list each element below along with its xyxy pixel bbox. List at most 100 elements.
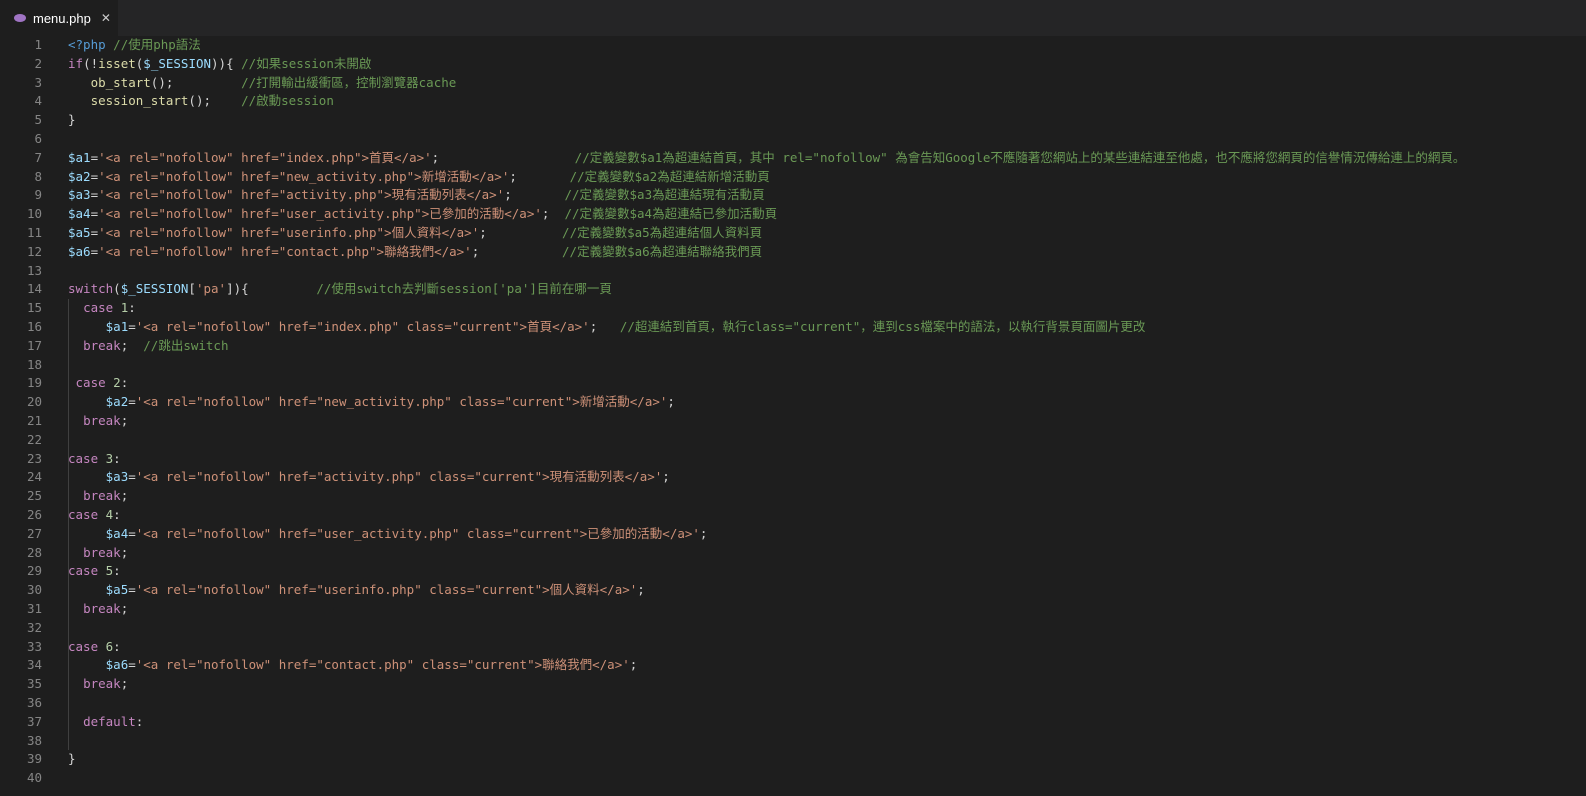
line-number: 12 (26, 243, 42, 259)
code-line: 15 case 1: (0, 299, 1586, 318)
code-line: 37 default: (0, 713, 1586, 732)
code-line: 27 $a4='<a rel="nofollow" href="user_act… (0, 525, 1586, 544)
code-line: 18 (0, 356, 1586, 375)
line-number: 31 (26, 601, 42, 616)
code-line: 31 break; (0, 600, 1586, 619)
line-number: 7 (34, 149, 42, 165)
line-number: 16 (26, 319, 42, 334)
code-line: 14 switch($_SESSION['pa']){ //使用switch去判斷… (0, 280, 1586, 299)
code-line: 19 case 2: (0, 374, 1586, 393)
code-text: $a1='<a rel="nofollow" href="index.php">… (68, 149, 1466, 165)
code-line: 10 $a4='<a rel="nofollow" href="user_acti… (0, 205, 1586, 224)
code-text: break; //跳出switch (83, 337, 229, 353)
code-line: 30 $a5='<a rel="nofollow" href="userinfo… (0, 581, 1586, 600)
line-number: 25 (26, 488, 42, 504)
code-line: 36 (0, 694, 1586, 713)
code-text: <?php //使用php語法 (68, 37, 201, 52)
line-number: 10 (26, 206, 42, 222)
line-number: 37 (26, 713, 42, 729)
code-line: 6 (0, 130, 1586, 149)
code-line: 12 $a6='<a rel="nofollow" href="contact.p… (0, 243, 1586, 262)
code-line: 23 case 3: (0, 450, 1586, 469)
tab-label: menu.php (33, 10, 91, 26)
line-number: 24 (26, 469, 42, 485)
line-number: 14 (26, 281, 42, 297)
code-line: 16 $a1='<a rel="nofollow" href="index.ph… (0, 318, 1586, 337)
code-line: 3 ob_start(); //打開輸出緩衝區，控制瀏覽器cache (0, 74, 1586, 93)
line-number: 22 (26, 431, 42, 447)
code-text: default: (83, 713, 144, 729)
code-line: 5} (0, 111, 1586, 130)
php-elephant-icon (14, 14, 26, 22)
code-line: 24 $a3='<a rel="nofollow" href="activity… (0, 468, 1586, 487)
code-text: $a6='<a rel="nofollow" href="contact.php… (105, 657, 638, 673)
code-line: 22 (0, 431, 1586, 450)
code-text: $a5='<a rel="nofollow" href="userinfo.ph… (68, 225, 763, 240)
code-editor[interactable]: 1 <?php //使用php語法 2 if(!isset($_SESSION)){ … (0, 36, 1586, 796)
code-text: session_start(); //啟動session (90, 93, 334, 109)
line-number: 4 (34, 93, 42, 109)
tab-menu-php[interactable]: menu.php ✕ (0, 0, 118, 36)
code-line: 2 if(!isset($_SESSION)){ //如果session未開啟 (0, 55, 1586, 74)
line-number: 11 (26, 225, 42, 240)
code-line: 1 <?php //使用php語法 (0, 36, 1586, 55)
code-line: 32 (0, 619, 1586, 638)
line-number: 17 (26, 337, 42, 353)
code-text: case 6: (68, 638, 121, 654)
line-number: 33 (26, 638, 42, 654)
code-text: } (68, 751, 76, 767)
code-text: $a6='<a rel="nofollow" href="contact.php… (68, 243, 763, 259)
line-number: 28 (26, 544, 42, 560)
code-line: 11 $a5='<a rel="nofollow" href="userinfo.… (0, 224, 1586, 243)
code-text: break; (83, 488, 129, 504)
line-number: 30 (26, 582, 42, 598)
line-number: 9 (34, 187, 42, 203)
line-number: 34 (26, 657, 42, 673)
line-number: 32 (26, 619, 42, 635)
code-line: 25 break; (0, 487, 1586, 506)
code-line: 4 session_start(); //啟動session (0, 92, 1586, 111)
line-number: 6 (34, 131, 42, 146)
code-line: 17 break; //跳出switch (0, 337, 1586, 356)
code-text: } (68, 112, 76, 128)
line-number: 40 (26, 770, 42, 786)
code-text: $a3='<a rel="nofollow" href="activity.ph… (105, 469, 670, 485)
line-number: 21 (26, 413, 42, 428)
line-number: 35 (26, 676, 42, 692)
code-text: $a2='<a rel="nofollow" href="new_activit… (68, 168, 770, 184)
line-number: 5 (34, 112, 42, 128)
tab-bar: menu.php ✕ (0, 0, 1586, 37)
line-number: 36 (26, 695, 42, 710)
code-line: 9 $a3='<a rel="nofollow" href="activity.p… (0, 186, 1586, 205)
code-text: switch($_SESSION['pa']){ //使用switch去判斷se… (68, 281, 612, 297)
line-number: 2 (34, 55, 42, 71)
line-number: 18 (26, 356, 42, 372)
code-line: 21 break; (0, 412, 1586, 431)
code-text: break; (83, 601, 129, 616)
code-text: case 2: (75, 375, 129, 391)
code-text: break; (83, 676, 129, 692)
line-number: 29 (26, 563, 42, 579)
code-line: 39} (0, 750, 1586, 769)
line-number: 38 (26, 732, 42, 748)
code-text: $a4='<a rel="nofollow" href="user_activi… (68, 206, 778, 222)
code-line: 29 case 5: (0, 562, 1586, 581)
line-number: 20 (26, 394, 42, 410)
close-icon[interactable]: ✕ (101, 11, 111, 25)
line-number: 13 (26, 262, 42, 278)
code-line: 38 (0, 732, 1586, 751)
code-text: case 1: (83, 300, 136, 316)
code-line: 13 (0, 262, 1586, 281)
line-number: 8 (34, 168, 42, 184)
code-text: break; (83, 544, 129, 560)
code-text: $a2='<a rel="nofollow" href="new_activit… (105, 394, 675, 410)
code-line: 8 $a2='<a rel="nofollow" href="new_activi… (0, 168, 1586, 187)
code-line: 34 $a6='<a rel="nofollow" href="contact.… (0, 656, 1586, 675)
indent-guide (68, 299, 69, 751)
code-text: $a1='<a rel="nofollow" href="index.php" … (105, 319, 1146, 334)
code-line: 28 break; (0, 544, 1586, 563)
line-number: 15 (26, 300, 42, 316)
line-number: 19 (26, 375, 42, 391)
code-line: 33 case 6: (0, 638, 1586, 657)
line-number: 3 (34, 74, 42, 90)
